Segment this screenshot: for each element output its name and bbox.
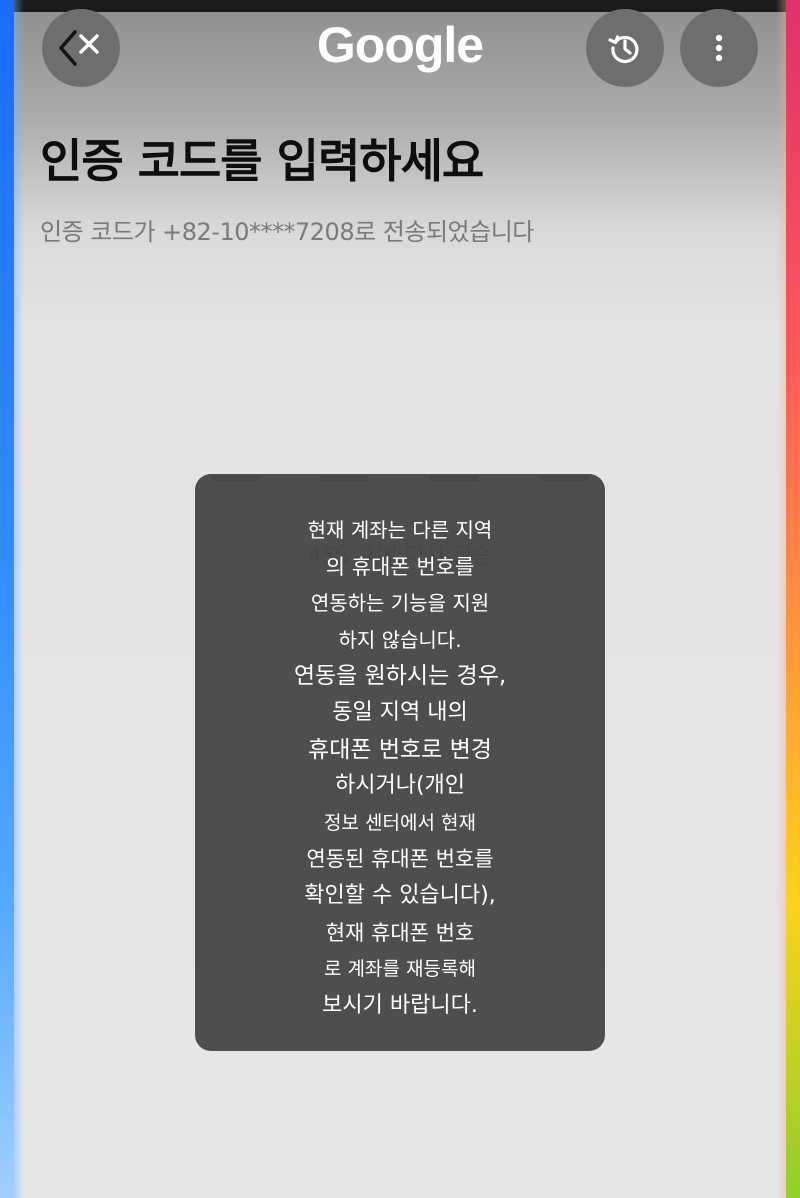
error-toast: 현재 계좌는 다른 지역 의 휴대폰 번호를 연동하는 기능을 지원 하지 않습… [195,474,605,1051]
toast-line: 현재 휴대폰 번호 [325,920,475,945]
toast-line: 연동하는 기능을 지원 [310,591,490,616]
more-vertical-icon [715,34,723,62]
code-sent-subtitle: 인증 코드가 +82-10****7208로 전송되었습니다 [40,218,534,246]
toast-line: 하지 않습니다. [338,627,462,652]
history-button[interactable] [586,9,664,87]
more-options-button[interactable] [680,9,758,87]
history-icon [608,35,639,64]
screen-edge-glow-left [0,0,24,1198]
status-bar [0,0,800,12]
toast-line: 보시기 바랍니다. [322,992,478,1018]
toast-line: 로 계좌를 재등록해 [324,958,476,981]
verification-screen: Google 인증 코드를 입력하세요 인증 코드가 +82-10****720… [0,0,800,1198]
page-title: 인증 코드를 입력하세요 [40,134,484,188]
toast-line: 현재 계좌는 다른 지역 [307,518,493,542]
toast-line: 의 휴대폰 번호를 [325,554,475,579]
toast-line: 휴대폰 번호로 변경 [308,736,492,763]
screen-edge-glow-right [776,0,800,1198]
toast-line: 확인할 수 있습니다), [304,882,496,908]
toast-line: 연동을 원하시는 경우, [293,663,507,690]
toast-line: 정보 센터에서 현재 [324,811,476,834]
toast-message: 현재 계좌는 다른 지역 의 휴대폰 번호를 연동하는 기능을 지원 하지 않습… [195,512,605,1024]
toast-line: 동일 지역 내의 [332,699,468,725]
toast-line: 연동된 휴대폰 번호를 [306,847,494,872]
toast-line: 하시거나(개인 [334,773,466,799]
